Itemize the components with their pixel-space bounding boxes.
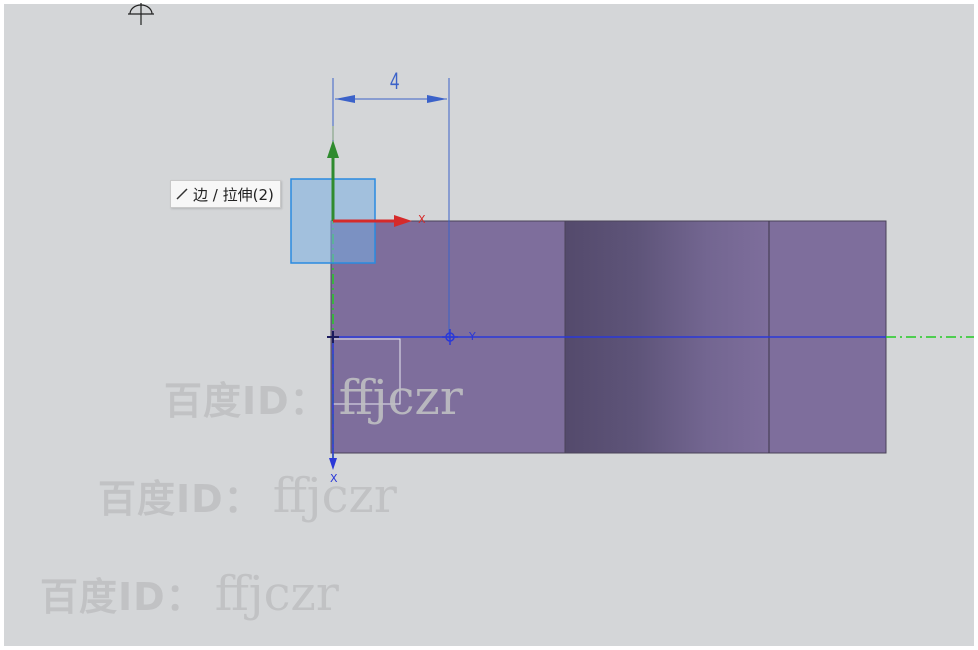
watermark-id: ffjczr	[272, 468, 397, 524]
edge-icon	[176, 188, 188, 200]
watermark-id: ffjczr	[214, 566, 339, 622]
dimension-value[interactable]: 4	[390, 68, 399, 96]
dimension-arrow-left	[335, 95, 355, 103]
cad-viewport[interactable]: X Y X 4 边 / 拉伸(2) 百度ID： ffjczr 百度ID： ffjcz…	[4, 4, 974, 646]
model-canvas[interactable]	[4, 4, 974, 646]
x-axis-label: X	[418, 213, 426, 226]
watermark-2: 百度ID： ffjczr	[98, 468, 397, 524]
triad-y-arrow	[327, 140, 339, 158]
watermark-3: 百度ID： ffjczr	[40, 566, 339, 622]
watermark-1: 百度ID： ffjczr	[164, 370, 463, 426]
watermark-label: 百度ID：	[98, 477, 263, 521]
tooltip-text: 边 / 拉伸(2)	[193, 185, 274, 204]
dimension-arrow-right	[427, 95, 447, 103]
y-axis-label: Y	[469, 330, 476, 343]
watermark-label: 百度ID：	[40, 575, 205, 619]
watermark-label: 百度ID：	[164, 379, 329, 423]
cursor-crosshair-icon	[128, 3, 154, 25]
selection-tooltip: 边 / 拉伸(2)	[170, 180, 281, 208]
watermark-id: ffjczr	[338, 370, 463, 426]
